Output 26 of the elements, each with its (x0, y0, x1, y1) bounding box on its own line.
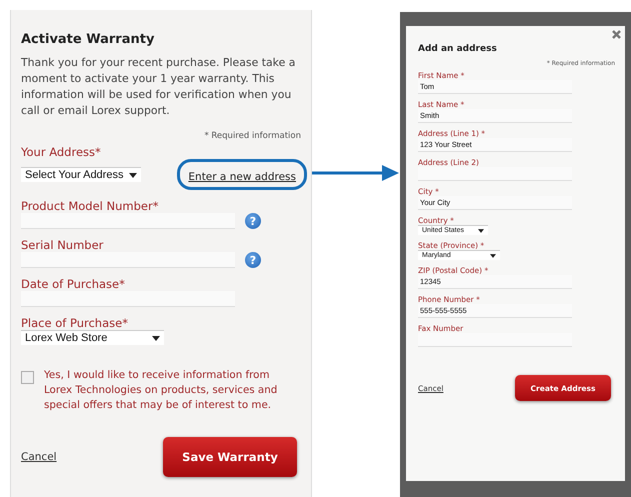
dialog-title: Add an address (418, 44, 498, 54)
field-label: Serial Number (21, 238, 104, 252)
dropdown[interactable]: Select Your Address (21, 167, 141, 182)
field-label: Date of Purchase* (21, 277, 126, 291)
input-field[interactable] (418, 167, 572, 181)
panel-title: Activate Warranty (21, 32, 156, 47)
input-field[interactable] (21, 213, 235, 229)
caret-icon (490, 254, 496, 258)
required-note: * Required information (203, 131, 301, 141)
new-address-link[interactable]: Enter a new address (188, 171, 296, 183)
caret-icon (152, 336, 160, 340)
cancel-link[interactable]: Cancel (21, 451, 57, 463)
close-icon[interactable] (612, 30, 621, 39)
input-field[interactable] (21, 291, 235, 307)
caret-icon (129, 172, 137, 178)
save-warranty-button[interactable]: Save Warranty (163, 437, 297, 477)
field-label: Your Address* (21, 145, 102, 159)
dropdown[interactable]: Lorex Web Store (21, 330, 164, 345)
checkbox[interactable] (21, 371, 34, 384)
intro-text: Thank you for your recent purchase. Please take a moment to activate your 1 year warranty. This information will be used for verification when you call or email Lorex support. (21, 55, 296, 119)
field-label: Product Model Number* (21, 199, 160, 213)
field-label: Place of Purchase* (21, 316, 129, 330)
input-field[interactable] (21, 252, 235, 268)
opt-in-text: Yes, I would like to receive information from Lorex Technologies on products, services and special offers that may be of interest to me. (44, 368, 278, 413)
input-field[interactable] (418, 333, 572, 347)
caret-icon (478, 228, 484, 232)
